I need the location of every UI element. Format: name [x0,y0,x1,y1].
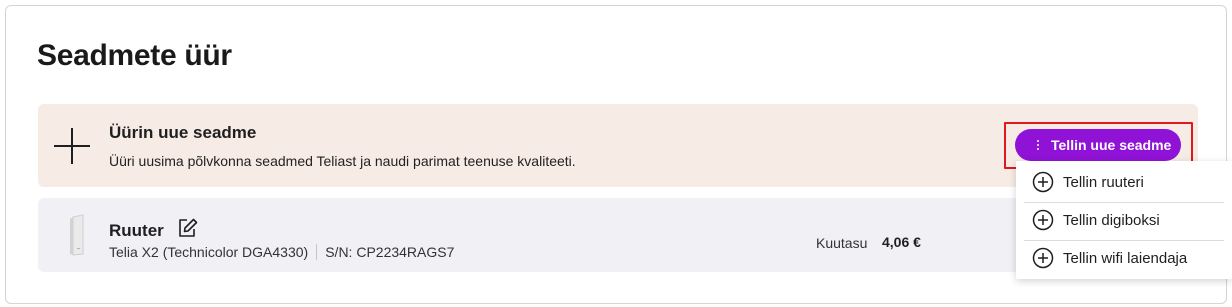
plus-circle-icon [1032,171,1054,193]
promo-description: Üüri uusima põlvkonna seadmed Teliast ja… [109,153,576,169]
menu-item-order-tv-box[interactable]: Tellin digiboksi [1016,201,1232,239]
menu-item-label: Tellin ruuteri [1063,173,1144,191]
menu-item-order-wifi-extender[interactable]: Tellin wifi laiendaja [1016,239,1232,277]
plus-circle-icon [1032,209,1054,231]
device-name: Ruuter [109,221,164,240]
order-new-device-button[interactable]: Tellin uue seadme [1015,129,1181,161]
order-button-label: Tellin uue seadme [1051,137,1172,153]
menu-item-label: Tellin digiboksi [1063,211,1160,229]
plus-circle-icon [1032,247,1054,269]
menu-item-label: Tellin wifi laiendaja [1063,249,1188,267]
edit-icon[interactable] [177,217,199,239]
monthly-fee-label: Kuutasu [816,235,868,251]
router-icon [68,214,88,256]
menu-item-order-router[interactable]: Tellin ruuteri [1016,163,1232,201]
device-serial: S/N: CP2234RAGS7 [325,244,455,260]
kebab-menu-icon [1031,140,1045,150]
order-dropdown-menu: Tellin ruuteri Tellin digiboksi Tellin w… [1016,161,1232,279]
meta-divider [316,244,318,260]
monthly-fee-value: 4,06 € [882,234,921,250]
promo-title: Üürin uue seadme [109,123,257,142]
device-meta: Telia X2 (Technicolor DGA4330) S/N: CP22… [109,244,454,260]
plus-icon [54,128,90,164]
page-title: Seadmete üür [37,39,232,72]
device-model: Telia X2 (Technicolor DGA4330) [109,244,309,260]
